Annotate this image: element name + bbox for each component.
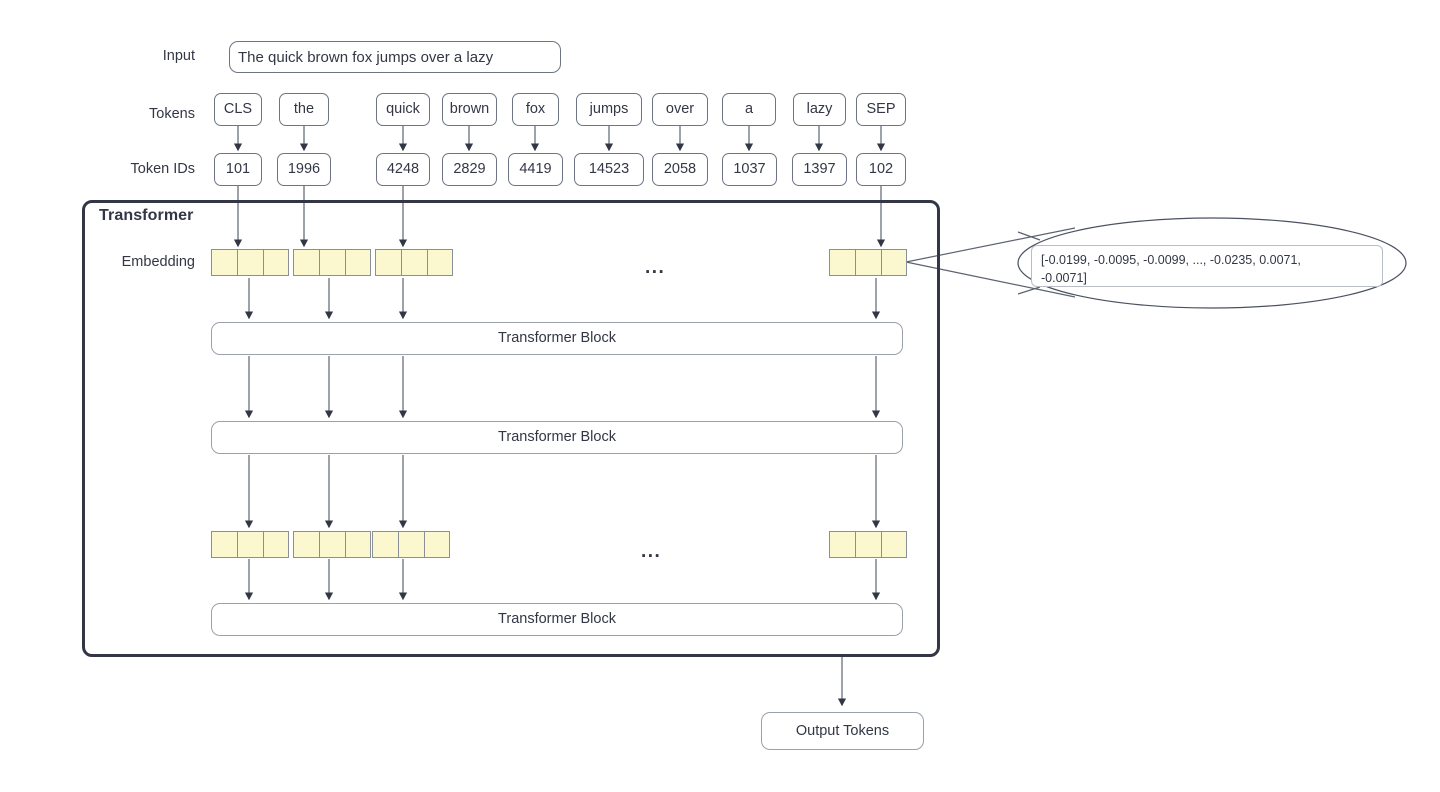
token-box-sep: SEP [856,93,906,126]
token-box-quick: quick [376,93,430,126]
token-id-box-14523: 14523 [574,153,644,186]
embedding-cell [319,249,345,276]
token-id-box-2058: 2058 [652,153,708,186]
input-text-box: The quick brown fox jumps over a lazy [229,41,561,73]
embedding-cell [211,531,237,558]
token-box-the: the [279,93,329,126]
embedding-cell [293,531,319,558]
embedding-group-4 [211,531,289,558]
embedding-cell [237,249,263,276]
token-id-box-1397: 1397 [792,153,847,186]
token-box-cls: CLS [214,93,262,126]
embedding-row-2-ellipsis: ... [641,541,662,562]
transformer-block-1: Transformer Block [211,322,903,355]
embedding-row-1-ellipsis: ... [645,257,666,278]
embedding-cell [829,249,855,276]
embedding-group-1 [211,249,289,276]
embedding-cell [345,531,371,558]
embedding-cell [345,249,371,276]
token-id-box-1996: 1996 [277,153,331,186]
token-id-box-2829: 2829 [442,153,497,186]
embedding-cell [237,531,263,558]
embedding-cell [424,531,450,558]
embedding-group-sep-2 [829,531,907,558]
token-box-brown: brown [442,93,497,126]
diagram-canvas: Input Tokens Token IDs Embedding The qui… [0,0,1440,792]
embedding-cell [211,249,237,276]
embedding-cell [401,249,427,276]
tokens-row-label: Tokens [149,106,195,122]
output-tokens-box: Output Tokens [761,712,924,750]
embedding-cell [293,249,319,276]
transformer-title: Transformer [99,207,194,224]
transformer-block-3: Transformer Block [211,603,903,636]
token-box-over: over [652,93,708,126]
embedding-group-3 [375,249,453,276]
embedding-cell [829,531,855,558]
embedding-vector-callout: [-0.0199, -0.0095, -0.0099, ..., -0.0235… [1031,245,1383,287]
embedding-cell [881,249,907,276]
input-row-label: Input [162,48,195,64]
token-id-box-101: 101 [214,153,262,186]
embedding-cell [881,531,907,558]
transformer-block-2: Transformer Block [211,421,903,454]
embedding-cell [855,531,881,558]
token-id-box-4419: 4419 [508,153,563,186]
token-id-box-4248: 4248 [376,153,430,186]
embedding-cell [398,531,424,558]
embedding-cell [375,249,401,276]
embedding-cell [263,249,289,276]
token-box-fox: fox [512,93,559,126]
embedding-cell [855,249,881,276]
token-box-a: a [722,93,776,126]
token-box-lazy: lazy [793,93,846,126]
embedding-group-6 [372,531,450,558]
embedding-cell [427,249,453,276]
embedding-group-5 [293,531,371,558]
embedding-group-sep [829,249,907,276]
token-id-box-102: 102 [856,153,906,186]
embedding-cell [319,531,345,558]
embedding-group-2 [293,249,371,276]
token-box-jumps: jumps [576,93,642,126]
token-ids-row-label: Token IDs [130,161,195,177]
token-id-box-1037: 1037 [722,153,777,186]
embedding-cell [372,531,398,558]
embedding-cell [263,531,289,558]
